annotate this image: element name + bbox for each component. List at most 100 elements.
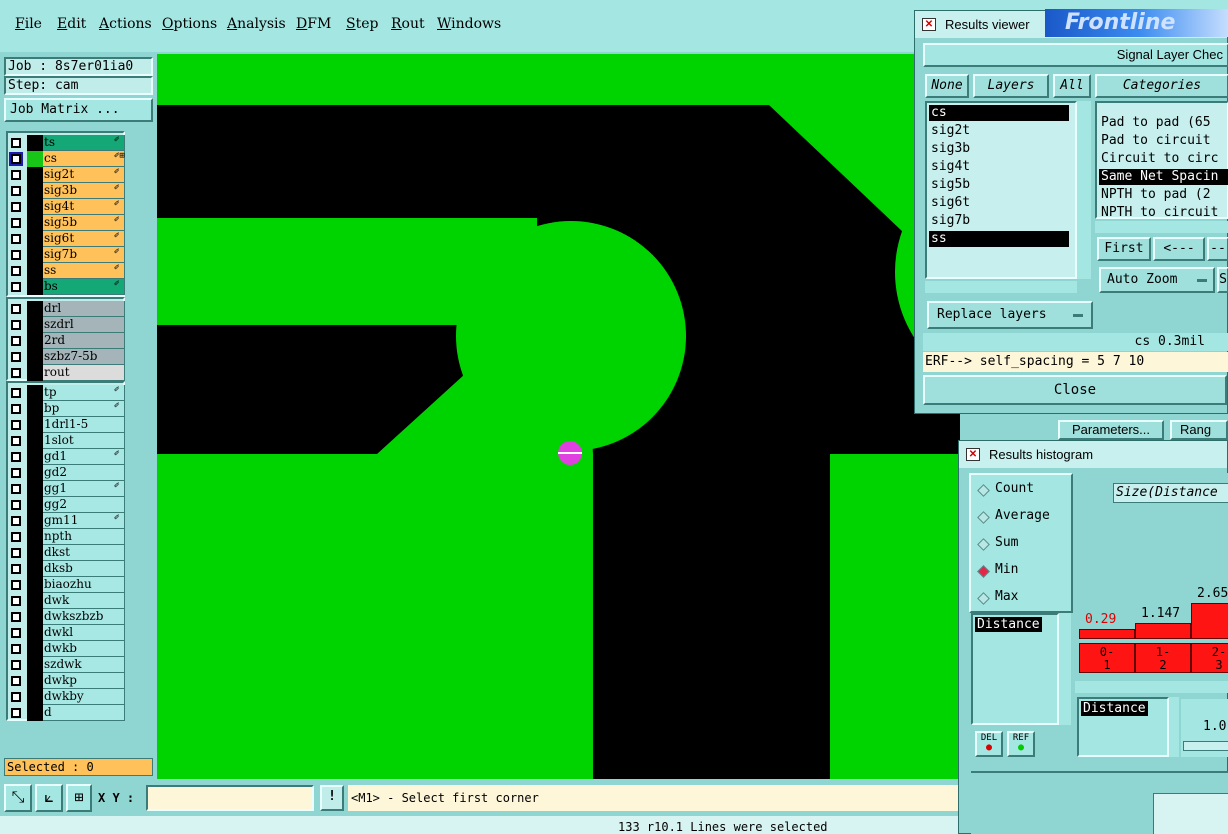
- result-layer-item[interactable]: sig4t: [929, 159, 1069, 175]
- close-button[interactable]: Close: [923, 375, 1227, 405]
- layers-button[interactable]: Layers: [973, 74, 1049, 98]
- layer-name[interactable]: d: [43, 705, 125, 721]
- layer-name[interactable]: dwkp: [43, 673, 125, 689]
- layer-checkbox[interactable]: [11, 170, 21, 180]
- close-icon[interactable]: ✕: [966, 448, 980, 461]
- menu-step[interactable]: Step: [346, 16, 378, 32]
- side-button[interactable]: S: [1217, 267, 1228, 293]
- result-layer-item[interactable]: sig7b: [929, 213, 1069, 229]
- layer-row-dwkb[interactable]: dwkb: [8, 641, 127, 657]
- layer-name[interactable]: ss: [43, 263, 125, 279]
- layer-name[interactable]: gd1: [43, 449, 125, 465]
- average-radio-icon[interactable]: [977, 511, 990, 524]
- layer-checkbox[interactable]: [11, 692, 21, 702]
- result-layer-item[interactable]: sig6t: [929, 195, 1069, 211]
- result-layer-item[interactable]: sig5b: [929, 177, 1069, 193]
- layer-checkbox[interactable]: [11, 388, 21, 398]
- layer-name[interactable]: sig3b: [43, 183, 125, 199]
- layer-checkbox[interactable]: [11, 266, 21, 276]
- menu-edit[interactable]: Edit: [57, 16, 86, 32]
- layer-row-1slot[interactable]: 1slot: [8, 433, 127, 449]
- layer-row-1drl1-5[interactable]: 1drl1-5: [8, 417, 127, 433]
- layer-checkbox[interactable]: [11, 202, 21, 212]
- layer-checkbox[interactable]: [11, 320, 21, 330]
- layer-name[interactable]: 2rd: [43, 333, 125, 349]
- layer-checkbox[interactable]: [11, 532, 21, 542]
- sum-radio-icon[interactable]: [977, 538, 990, 551]
- bottom-field-list[interactable]: Distance: [1077, 697, 1169, 757]
- count-radio-icon[interactable]: [977, 484, 990, 497]
- layer-checkbox[interactable]: [11, 596, 21, 606]
- layer-name[interactable]: dwkby: [43, 689, 125, 705]
- histogram-bin-label[interactable]: 1- 2: [1135, 643, 1191, 673]
- layer-row-ss[interactable]: ss ✐: [8, 263, 127, 279]
- result-layer-item[interactable]: sig2t: [929, 123, 1069, 139]
- layer-row-gg1[interactable]: gg1 ✐: [8, 481, 127, 497]
- layer-name[interactable]: bs: [43, 279, 125, 295]
- layer-row-szdwk[interactable]: szdwk: [8, 657, 127, 673]
- bottom-list-scrollbar[interactable]: [1169, 697, 1179, 757]
- layer-row-sig2t[interactable]: sig2t ✐: [8, 167, 127, 183]
- menu-actions[interactable]: Actions: [99, 16, 152, 32]
- chart-hscroll[interactable]: [1075, 681, 1228, 693]
- layer-row-dkst[interactable]: dkst: [8, 545, 127, 561]
- prev-button[interactable]: <---: [1153, 237, 1205, 261]
- menu-rout[interactable]: Rout: [391, 16, 425, 32]
- layer-name[interactable]: cs: [43, 151, 125, 167]
- layer-row-sig6t[interactable]: sig6t ✐: [8, 231, 127, 247]
- layer-checkbox[interactable]: [11, 580, 21, 590]
- layer-name[interactable]: tp: [43, 385, 125, 401]
- field-distance[interactable]: Distance: [975, 617, 1042, 632]
- layer-name[interactable]: rout: [43, 365, 125, 381]
- menu-dfm[interactable]: DFM: [296, 16, 331, 32]
- result-category-item[interactable]: NPTH to pad (2: [1099, 187, 1228, 203]
- layer-row-gg2[interactable]: gg2: [8, 497, 127, 513]
- layer-row-biaozhu[interactable]: biaozhu: [8, 577, 127, 593]
- layer-name[interactable]: sig5b: [43, 215, 125, 231]
- layer-name[interactable]: npth: [43, 529, 125, 545]
- results-layer-list[interactable]: cs sig2t sig3b sig4t sig5b sig6t sig7b ss: [925, 101, 1077, 279]
- layer-row-szbz7-5b[interactable]: szbz7-5b: [8, 349, 127, 365]
- menu-analysis[interactable]: Analysis: [227, 16, 286, 32]
- ref-button[interactable]: REF ●: [1007, 731, 1035, 757]
- next-button[interactable]: ---: [1207, 237, 1228, 261]
- option-min[interactable]: Min: [995, 562, 1018, 577]
- layer-row-drl[interactable]: drl: [8, 301, 127, 317]
- layer-checkbox[interactable]: [11, 708, 21, 718]
- layer-name[interactable]: gg2: [43, 497, 125, 513]
- layer-name[interactable]: gd2: [43, 465, 125, 481]
- layer-row-bs[interactable]: bs ✐: [8, 279, 127, 295]
- layer-checkbox[interactable]: [11, 436, 21, 446]
- xy-input[interactable]: [146, 785, 314, 811]
- layer-name[interactable]: drl: [43, 301, 125, 317]
- layer-checkbox[interactable]: [11, 516, 21, 526]
- first-button[interactable]: First: [1097, 237, 1151, 261]
- layer-row-dksb[interactable]: dksb: [8, 561, 127, 577]
- exclamation-button[interactable]: !: [320, 785, 344, 811]
- histogram-bin-label[interactable]: 0- 1: [1079, 643, 1135, 673]
- layer-name[interactable]: szdrl: [43, 317, 125, 333]
- replace-layers-select[interactable]: Replace layers: [927, 301, 1093, 329]
- menu-file[interactable]: File: [15, 16, 42, 32]
- result-category-item[interactable]: NPTH to circuit: [1099, 205, 1228, 221]
- result-category-item[interactable]: Pad to pad (65: [1099, 115, 1228, 131]
- min-radio-icon[interactable]: [977, 565, 990, 578]
- layer-name[interactable]: szbz7-5b: [43, 349, 125, 365]
- layer-checkbox[interactable]: [9, 152, 23, 166]
- range-button[interactable]: Rang: [1170, 420, 1228, 440]
- layer-checkbox[interactable]: [11, 250, 21, 260]
- result-layer-item[interactable]: sig3b: [929, 141, 1069, 157]
- layer-name[interactable]: dksb: [43, 561, 125, 577]
- layer-checkbox[interactable]: [11, 336, 21, 346]
- bottom-field-distance[interactable]: Distance: [1081, 701, 1148, 716]
- layer-checkbox[interactable]: [11, 452, 21, 462]
- result-layer-item[interactable]: ss: [929, 231, 1069, 247]
- layer-list-scrollbar[interactable]: [1077, 101, 1091, 279]
- layer-checkbox[interactable]: [11, 628, 21, 638]
- layer-name[interactable]: sig2t: [43, 167, 125, 183]
- job-matrix-button[interactable]: Job Matrix ...: [4, 98, 153, 122]
- layer-row-szdrl[interactable]: szdrl: [8, 317, 127, 333]
- layer-row-gd2[interactable]: gd2: [8, 465, 127, 481]
- all-button[interactable]: All: [1053, 74, 1091, 98]
- results-category-list[interactable]: Pad to pad (65 Pad to circuit Circuit to c…: [1095, 101, 1228, 221]
